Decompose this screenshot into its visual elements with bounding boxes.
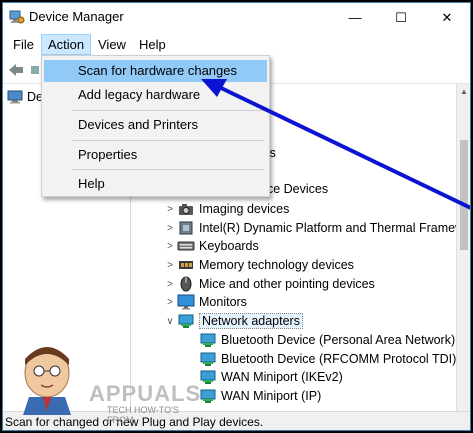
annotation-arrow-icon bbox=[201, 79, 470, 210]
device-manager-window: Device Manager — ☐ ✕ File Action View He… bbox=[2, 2, 471, 431]
